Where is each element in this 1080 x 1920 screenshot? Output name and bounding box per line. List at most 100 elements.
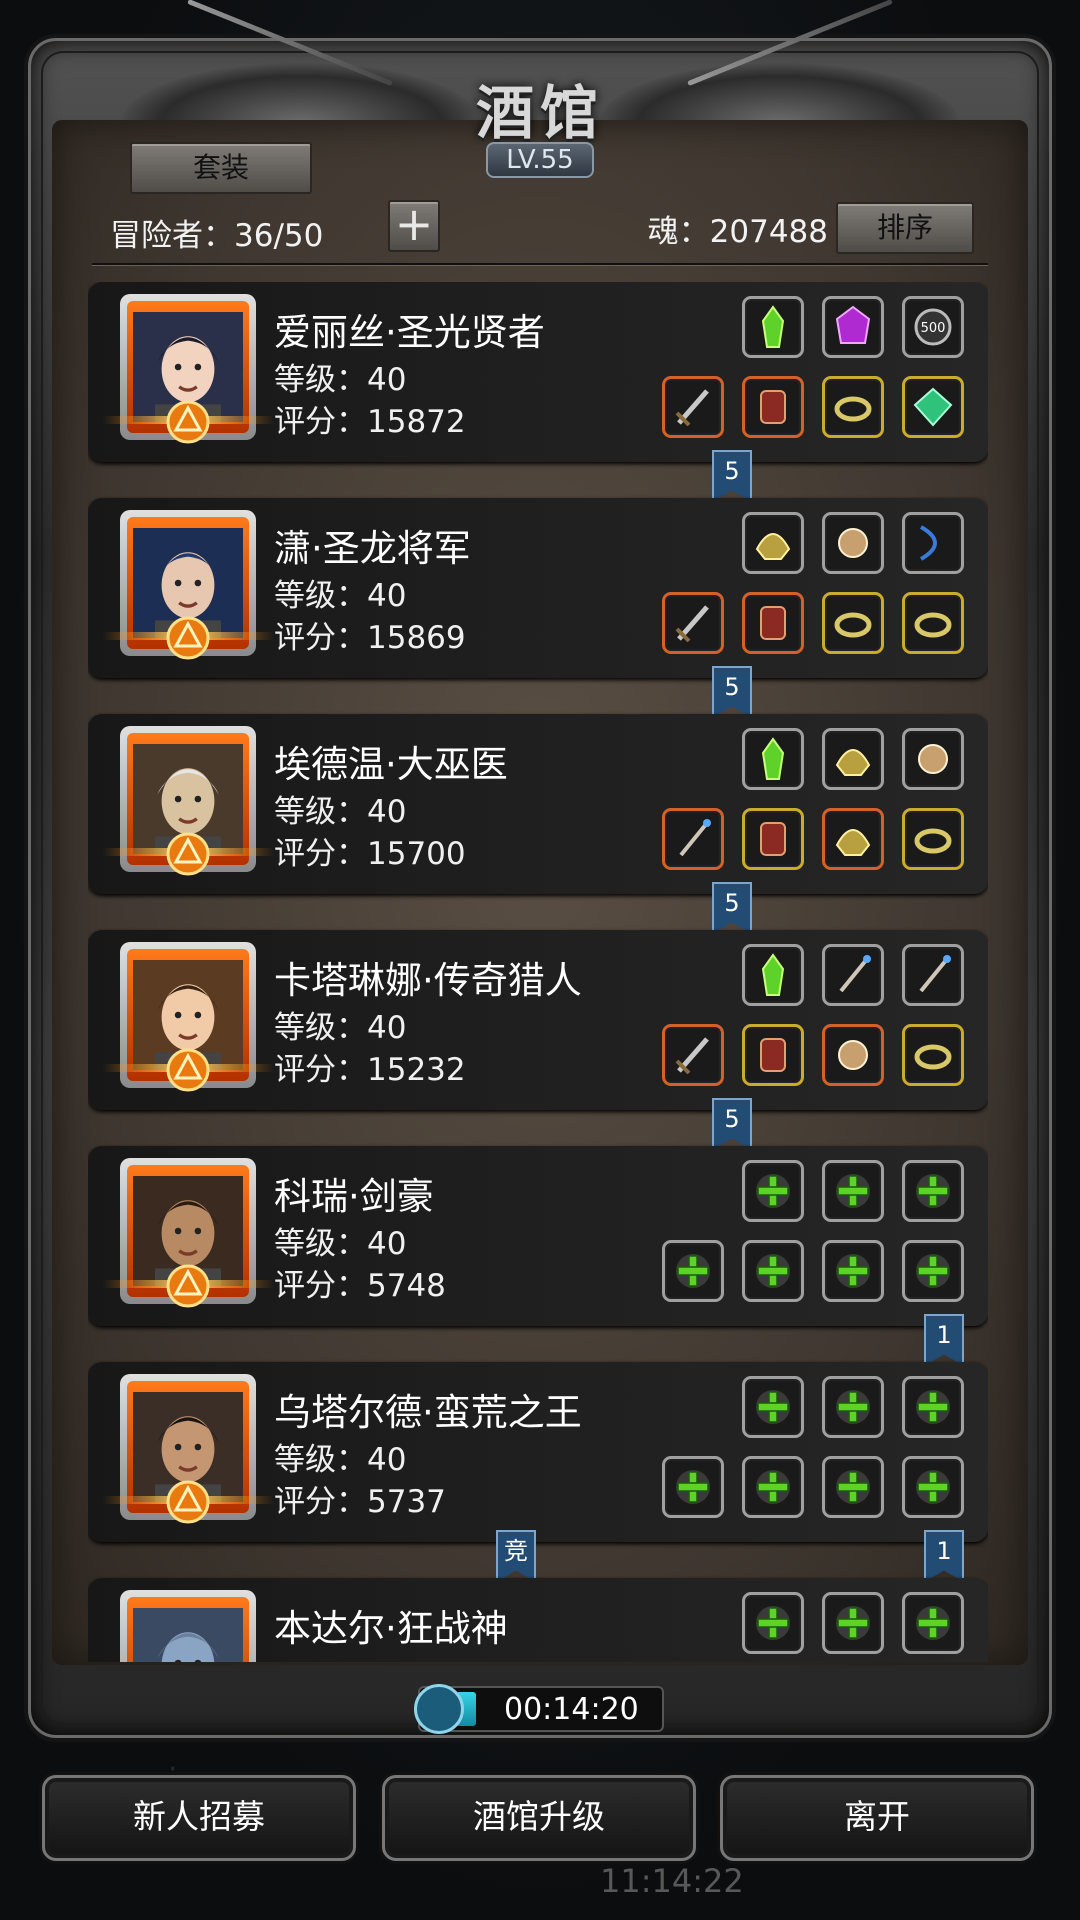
add-equipment-icon	[756, 1174, 790, 1208]
equipment-slot[interactable]	[902, 1024, 964, 1086]
hero-name: 爱丽丝·圣光贤者	[274, 311, 545, 354]
equipment-pad-icon	[760, 822, 786, 856]
equipment-slot[interactable]	[662, 376, 724, 438]
equipment-ring-icon	[914, 828, 952, 854]
hero-card[interactable]: 卡塔琳娜·传奇猎人 等级：40 评分：15232	[88, 930, 988, 1110]
empty-equipment-slot[interactable]	[822, 1592, 884, 1654]
equipment-slot[interactable]	[742, 808, 804, 870]
hero-badge-ribbon: 5	[712, 882, 752, 934]
equipment-ring-icon	[914, 612, 952, 638]
hero-card[interactable]: 爱丽丝·圣光贤者 等级：40 评分：15872 500	[88, 282, 988, 462]
rank-emblem	[102, 1262, 274, 1312]
equipment-slot[interactable]	[742, 592, 804, 654]
hero-badge-ribbon: 1	[924, 1314, 964, 1366]
equipment-slot[interactable]	[902, 592, 964, 654]
equipment-slot[interactable]	[822, 808, 884, 870]
empty-equipment-slot[interactable]	[902, 1592, 964, 1654]
add-equipment-icon	[756, 1470, 790, 1504]
empty-equipment-slot[interactable]	[662, 1456, 724, 1518]
empty-equipment-slot[interactable]	[742, 1592, 804, 1654]
hero-score: 评分：15232	[274, 1052, 466, 1088]
empty-equipment-slot[interactable]	[742, 1376, 804, 1438]
hero-badge-ribbon: 5	[712, 666, 752, 718]
leave-button[interactable]: 离开	[720, 1775, 1034, 1861]
suit-button[interactable]: 套装	[130, 142, 312, 194]
hero-card[interactable]: 乌塔尔德·蛮荒之王 等级：40 评分：5737	[88, 1362, 988, 1542]
hero-card[interactable]: 本达尔·狂战神	[88, 1578, 988, 1662]
equipment-gem-icon	[761, 737, 785, 780]
empty-equipment-slot[interactable]	[742, 1160, 804, 1222]
add-equipment-icon	[676, 1470, 710, 1504]
hero-card[interactable]: 潇·圣龙将军 等级：40 评分：15869	[88, 498, 988, 678]
rank-emblem	[102, 1046, 274, 1096]
equipment-slot[interactable]	[902, 944, 964, 1006]
empty-equipment-slot[interactable]	[822, 1376, 884, 1438]
equipment-gem-icon	[761, 305, 785, 348]
empty-equipment-slot[interactable]	[822, 1160, 884, 1222]
empty-equipment-slot[interactable]	[742, 1240, 804, 1302]
equipment-slot[interactable]	[742, 376, 804, 438]
plus-icon: +	[394, 197, 434, 251]
equipment-pad-icon	[760, 606, 786, 640]
rank-emblem	[102, 614, 274, 664]
equipment-ring500-icon: 500	[914, 308, 952, 346]
hero-name: 潇·圣龙将军	[274, 527, 471, 570]
rank-emblem-icon	[102, 1048, 274, 1092]
equipment-slot[interactable]: 500	[902, 296, 964, 358]
hero-face-wrap	[133, 1603, 243, 1662]
sort-button[interactable]: 排序	[836, 202, 974, 254]
equipment-slot[interactable]	[822, 512, 884, 574]
empty-equipment-slot[interactable]	[822, 1456, 884, 1518]
equipment-slot[interactable]	[822, 592, 884, 654]
hero-score: 评分：5748	[274, 1268, 446, 1304]
add-equipment-icon	[756, 1254, 790, 1288]
equipment-slot[interactable]	[742, 296, 804, 358]
empty-equipment-slot[interactable]	[742, 1456, 804, 1518]
hero-badge-ribbon: 5	[712, 450, 752, 502]
hero-level: 等级：40	[274, 1010, 407, 1046]
equipment-slot[interactable]	[902, 728, 964, 790]
empty-equipment-slot[interactable]	[902, 1240, 964, 1302]
equipment-slot[interactable]	[822, 728, 884, 790]
equipment-slot[interactable]	[742, 512, 804, 574]
equipment-slot[interactable]	[902, 808, 964, 870]
empty-equipment-slot[interactable]	[662, 1240, 724, 1302]
hero-level: 等级：40	[274, 794, 407, 830]
equipment-slot[interactable]	[822, 1024, 884, 1086]
equipment-slot[interactable]	[662, 592, 724, 654]
hero-card[interactable]: 科瑞·剑豪 等级：40 评分：5748	[88, 1146, 988, 1326]
hero-level: 等级：40	[274, 1442, 407, 1478]
header-divider	[92, 263, 988, 265]
equipment-slot[interactable]	[822, 376, 884, 438]
equipment-staff-icon	[679, 819, 711, 857]
add-equipment-icon	[836, 1254, 870, 1288]
equipment-slot[interactable]	[662, 1024, 724, 1086]
equipment-slot[interactable]	[742, 728, 804, 790]
equipment-slot[interactable]	[742, 944, 804, 1006]
hero-card[interactable]: 埃德温·大巫医 等级：40 评分：15700	[88, 714, 988, 894]
tavern-upgrade-button[interactable]: 酒馆升级	[382, 1775, 696, 1861]
hero-badge-ribbon: 1	[924, 1530, 964, 1582]
hero-list[interactable]: 爱丽丝·圣光贤者 等级：40 评分：15872 500 5 潇·圣龙将军 等级：40 评分：1…	[88, 282, 988, 1662]
equipment-helm-icon	[835, 829, 871, 856]
empty-equipment-slot[interactable]	[902, 1456, 964, 1518]
empty-equipment-slot[interactable]	[902, 1376, 964, 1438]
equipment-staff-icon	[839, 955, 871, 993]
equipment-slot[interactable]	[822, 296, 884, 358]
equipment-slot[interactable]	[822, 944, 884, 1006]
rank-emblem-icon	[102, 400, 274, 444]
equipment-slot[interactable]	[902, 512, 964, 574]
timer-text: 00:14:20	[504, 1692, 639, 1727]
equipment-gem-icon	[761, 953, 785, 996]
hero-level: 等级：40	[274, 1226, 407, 1262]
rank-emblem-icon	[102, 832, 274, 876]
empty-equipment-slot[interactable]	[902, 1160, 964, 1222]
hero-portrait[interactable]	[120, 1590, 256, 1662]
equipment-slot[interactable]	[902, 376, 964, 438]
equipment-slot[interactable]	[662, 808, 724, 870]
empty-equipment-slot[interactable]	[822, 1240, 884, 1302]
add-equipment-icon	[756, 1606, 790, 1640]
recruit-button[interactable]: 新人招募	[42, 1775, 356, 1861]
equipment-slot[interactable]	[742, 1024, 804, 1086]
add-slot-button[interactable]: +	[388, 200, 440, 252]
